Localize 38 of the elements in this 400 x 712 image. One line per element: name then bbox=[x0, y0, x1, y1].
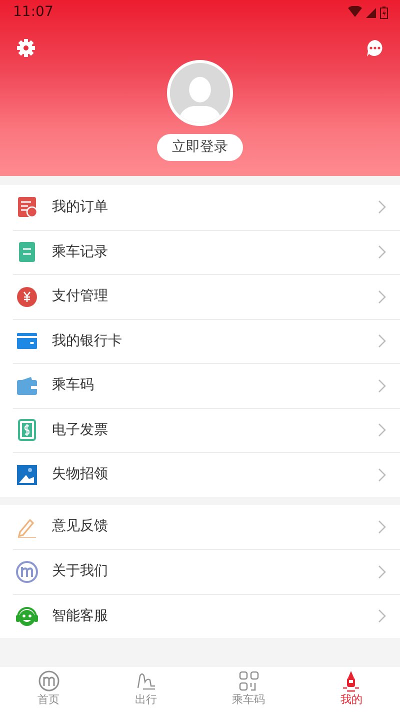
message-icon[interactable] bbox=[366, 39, 384, 57]
menu-item[interactable]: 智能客服 bbox=[13, 594, 400, 638]
menu-item[interactable]: 我的银行卡 bbox=[13, 318, 400, 363]
chevron-icon bbox=[378, 609, 386, 624]
menu-item[interactable]: 意见反馈 bbox=[0, 504, 400, 549]
battery-icon bbox=[380, 6, 388, 18]
menu-item[interactable]: 失物招领 bbox=[13, 452, 400, 496]
wifi-icon bbox=[348, 6, 362, 18]
chevron-icon bbox=[378, 520, 386, 534]
chevron-icon bbox=[378, 423, 386, 438]
yen-icon bbox=[16, 286, 38, 308]
document-icon bbox=[16, 241, 38, 264]
wallet-icon bbox=[16, 374, 38, 397]
chevron-icon bbox=[378, 378, 386, 393]
chevron-icon bbox=[378, 200, 386, 214]
menu-item[interactable]: 我的订单 bbox=[0, 185, 400, 230]
menu-item[interactable]: 乘车码 bbox=[13, 363, 400, 408]
chevron-icon bbox=[378, 564, 386, 579]
status-time: 11:07 bbox=[13, 2, 54, 22]
menu-item[interactable]: 乘车记录 bbox=[13, 230, 400, 274]
signal-icon bbox=[366, 6, 376, 18]
grid-icon bbox=[238, 670, 260, 692]
chevron-icon bbox=[378, 290, 386, 304]
menu-item[interactable]: 电子发票 bbox=[13, 408, 400, 452]
receipt-icon bbox=[16, 196, 38, 218]
menu-item[interactable]: 关于我们 bbox=[13, 549, 400, 594]
chevron-icon bbox=[378, 245, 386, 260]
invoice-icon bbox=[16, 419, 38, 442]
chevron-icon bbox=[378, 468, 386, 482]
home-icon bbox=[38, 670, 60, 692]
menu-item[interactable]: 支付管理 bbox=[13, 274, 400, 318]
chevron-icon bbox=[378, 334, 386, 348]
headset-icon bbox=[16, 605, 38, 628]
login-button[interactable]: 立即登录 bbox=[157, 134, 243, 161]
settings-icon[interactable] bbox=[16, 38, 36, 58]
tab[interactable]: 我的 bbox=[302, 667, 400, 712]
logo-icon bbox=[16, 560, 38, 583]
image-icon bbox=[16, 464, 38, 486]
